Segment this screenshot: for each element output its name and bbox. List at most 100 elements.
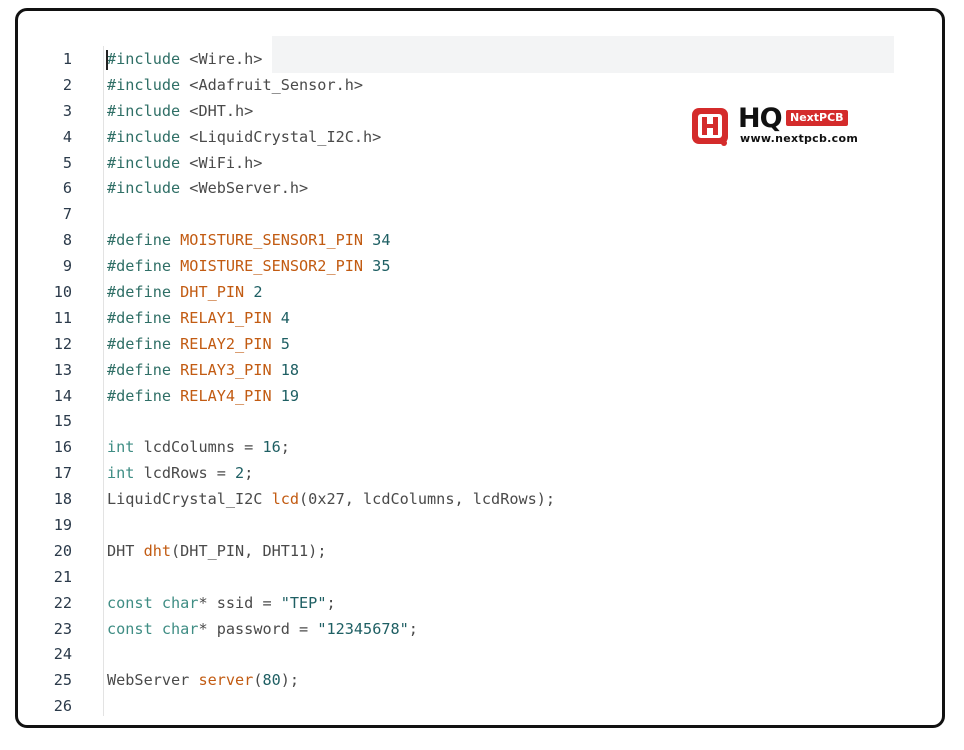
code-token: ); bbox=[280, 671, 300, 690]
hq-logo-icon bbox=[692, 108, 728, 146]
code-token: (0x27, lcdColumns, lcdRows); bbox=[299, 490, 556, 509]
code-line[interactable]: 6 #include <WebServer.h> bbox=[0, 176, 900, 202]
code-line[interactable]: 24 bbox=[0, 642, 900, 668]
logo-url: www.nextpcb.com bbox=[740, 132, 859, 145]
line-number: 15 bbox=[53, 412, 72, 431]
code-token: MOISTURE_SENSOR2_PIN bbox=[180, 257, 364, 276]
line-text: #include <WebServer.h> bbox=[107, 176, 308, 202]
code-line[interactable]: 5 #include <WiFi.h> bbox=[0, 151, 900, 177]
code-token: int bbox=[107, 464, 135, 483]
code-token: ; bbox=[408, 619, 418, 638]
code-token: ; bbox=[326, 593, 336, 612]
text-cursor bbox=[106, 50, 108, 70]
line-text: #include <DHT.h> bbox=[107, 99, 253, 125]
code-token: RELAY4_PIN bbox=[180, 386, 272, 405]
line-number: 2 bbox=[62, 75, 72, 94]
code-line[interactable]: 9 #define MOISTURE_SENSOR2_PIN 35 bbox=[0, 254, 900, 280]
line-number: 17 bbox=[53, 464, 72, 483]
code-token: #define bbox=[107, 334, 181, 353]
code-token: lcd bbox=[271, 490, 300, 509]
code-line[interactable]: 13 #define RELAY3_PIN 18 bbox=[0, 358, 900, 384]
code-token: char bbox=[161, 593, 199, 612]
line-text: #include <Adafruit_Sensor.h> bbox=[107, 73, 363, 99]
line-text: #define DHT_PIN 2 bbox=[107, 280, 262, 306]
code-token: 5 bbox=[271, 334, 290, 353]
logo-brand-letters: HQ bbox=[738, 103, 783, 134]
line-number: 3 bbox=[62, 101, 72, 120]
code-token: const bbox=[107, 593, 153, 612]
code-token: LiquidCrystal_I2C bbox=[107, 490, 272, 509]
code-token: 2 bbox=[244, 283, 263, 302]
line-number: 7 bbox=[62, 205, 72, 224]
code-token: (DHT_PIN, DHT11); bbox=[171, 541, 327, 560]
code-token: dht bbox=[143, 541, 172, 560]
logo-badge: NextPCB bbox=[786, 110, 848, 126]
code-line[interactable]: 10 #define DHT_PIN 2 bbox=[0, 280, 900, 306]
code-line[interactable]: 17 int lcdRows = 2; bbox=[0, 461, 900, 487]
code-token: 16 bbox=[262, 438, 281, 457]
code-line[interactable]: 11 #define RELAY1_PIN 4 bbox=[0, 306, 900, 332]
line-number: 6 bbox=[62, 179, 72, 198]
code-line[interactable]: 21 bbox=[0, 565, 900, 591]
line-number: 13 bbox=[53, 360, 72, 379]
line-text: DHT dht(DHT_PIN, DHT11); bbox=[107, 539, 326, 565]
code-token: <LiquidCrystal_I2C.h> bbox=[180, 127, 382, 146]
line-text: #define RELAY3_PIN 18 bbox=[107, 358, 299, 384]
line-number: 12 bbox=[53, 334, 72, 353]
code-token: #include bbox=[107, 75, 181, 94]
code-line[interactable]: 22 const char* ssid = "TEP"; bbox=[0, 591, 900, 617]
line-text: #define RELAY4_PIN 19 bbox=[107, 384, 299, 410]
code-line[interactable]: 7 bbox=[0, 202, 900, 228]
line-number: 16 bbox=[53, 438, 72, 457]
line-text: const char* password = "12345678"; bbox=[107, 617, 418, 643]
code-token: #include bbox=[107, 127, 181, 146]
code-token: int bbox=[107, 438, 135, 457]
code-token: lcdRows = bbox=[134, 464, 236, 483]
code-token: 4 bbox=[271, 308, 290, 327]
code-line[interactable]: 19 bbox=[0, 513, 900, 539]
code-token: ; bbox=[244, 464, 254, 483]
code-token: DHT_PIN bbox=[180, 283, 245, 302]
code-line[interactable]: 26 bbox=[0, 694, 900, 720]
code-token: #include bbox=[107, 101, 181, 120]
code-token: * password = bbox=[198, 619, 318, 638]
code-line[interactable]: 2 #include <Adafruit_Sensor.h> bbox=[0, 73, 900, 99]
line-text: const char* ssid = "TEP"; bbox=[107, 591, 336, 617]
code-token: #define bbox=[107, 360, 181, 379]
code-token: #include bbox=[107, 179, 181, 198]
code-line[interactable]: 8 #define MOISTURE_SENSOR1_PIN 34 bbox=[0, 228, 900, 254]
line-text: #include <WiFi.h> bbox=[107, 151, 262, 177]
code-line[interactable]: 15 bbox=[0, 409, 900, 435]
code-token: lcdColumns = bbox=[134, 438, 263, 457]
code-token: MOISTURE_SENSOR1_PIN bbox=[180, 231, 364, 250]
line-text: int lcdColumns = 16; bbox=[107, 435, 290, 461]
code-token: DHT bbox=[107, 541, 144, 560]
code-line[interactable]: 12 #define RELAY2_PIN 5 bbox=[0, 332, 900, 358]
line-number: 1 bbox=[62, 50, 72, 68]
code-token: #define bbox=[107, 231, 181, 250]
code-token: 2 bbox=[235, 464, 245, 483]
line-number: 22 bbox=[53, 593, 72, 612]
code-line[interactable]: 20 DHT dht(DHT_PIN, DHT11); bbox=[0, 539, 900, 565]
code-token: 35 bbox=[363, 257, 391, 276]
code-token: ; bbox=[280, 438, 290, 457]
code-token: char bbox=[161, 619, 199, 638]
code-line[interactable]: 1 #include <Wire.h> bbox=[0, 47, 900, 73]
code-token: <WebServer.h> bbox=[180, 179, 309, 198]
line-number: 10 bbox=[53, 283, 72, 302]
code-token: <DHT.h> bbox=[180, 101, 254, 120]
code-token: "TEP" bbox=[280, 593, 327, 612]
line-number: 25 bbox=[53, 671, 72, 690]
code-line[interactable]: 18 LiquidCrystal_I2C lcd(0x27, lcdColumns… bbox=[0, 487, 900, 513]
nextpcb-logo: HQ NextPCB www.nextpcb.com bbox=[690, 103, 862, 148]
code-line[interactable]: 16 int lcdColumns = 16; bbox=[0, 435, 900, 461]
line-number: 21 bbox=[53, 567, 72, 586]
code-line[interactable]: 14 #define RELAY4_PIN 19 bbox=[0, 384, 900, 410]
code-line[interactable]: 25 WebServer server(80); bbox=[0, 668, 900, 694]
line-text: #define MOISTURE_SENSOR1_PIN 34 bbox=[107, 228, 390, 254]
code-token: 80 bbox=[262, 671, 281, 690]
code-line[interactable]: 23 const char* password = "12345678"; bbox=[0, 617, 900, 643]
line-number: 24 bbox=[53, 645, 72, 664]
